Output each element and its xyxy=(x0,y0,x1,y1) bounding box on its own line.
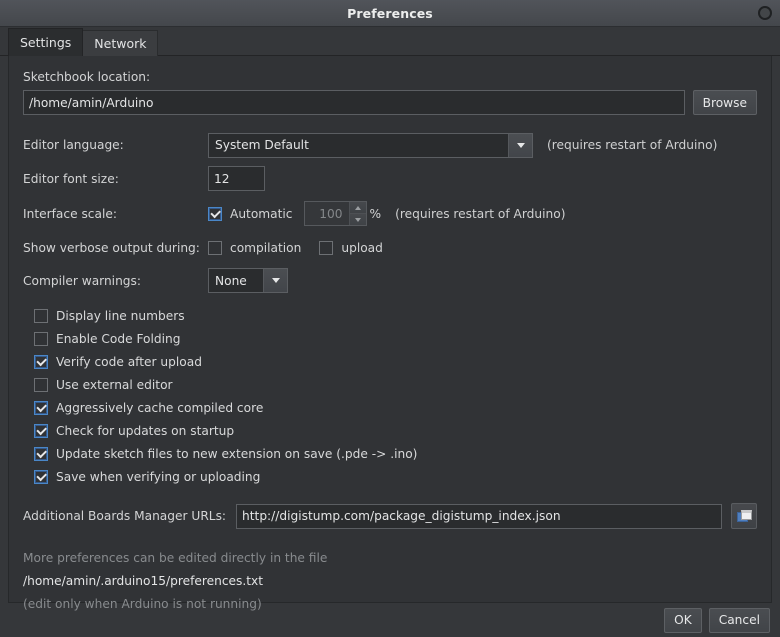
option-label: Use external editor xyxy=(56,377,173,392)
verbose-output-label: Show verbose output during: xyxy=(23,240,200,255)
option-label: Enable Code Folding xyxy=(56,331,181,346)
option-label: Aggressively cache compiled core xyxy=(56,400,264,415)
sketchbook-input-row: Browse xyxy=(23,90,757,115)
editor-font-size-label: Editor font size: xyxy=(23,171,119,186)
option-checkbox[interactable] xyxy=(34,446,48,461)
stepper-buttons xyxy=(348,202,366,225)
editor-language-select[interactable]: System Default xyxy=(208,132,533,158)
dialog-button-bar: OK Cancel xyxy=(0,603,780,637)
interface-scale-value: 100 xyxy=(319,206,343,221)
option-checkbox[interactable] xyxy=(34,377,48,392)
option-label: Check for updates on startup xyxy=(56,423,235,438)
editor-font-size-row: Editor font size: xyxy=(23,161,757,196)
option-save-when-verifying-or-uploading[interactable]: Save when verifying or uploading xyxy=(34,465,757,488)
verbose-compilation-checkbox[interactable] xyxy=(208,240,222,255)
option-label: Save when verifying or uploading xyxy=(56,469,261,484)
interface-scale-row: Interface scale: Automatic 100 % (requir… xyxy=(23,196,757,231)
preferences-file-path: /home/amin/.arduino15/preferences.txt xyxy=(23,574,264,588)
chevron-down-icon xyxy=(263,269,287,292)
editor-font-size-input[interactable] xyxy=(208,166,265,191)
settings-panel: Sketchbook location: Browse Editor langu… xyxy=(8,56,772,611)
interface-scale-automatic-label: Automatic xyxy=(230,206,293,221)
ok-button[interactable]: OK xyxy=(664,607,702,633)
option-checkbox[interactable] xyxy=(34,400,48,415)
chevron-down-icon xyxy=(508,133,532,157)
compiler-warnings-label: Compiler warnings: xyxy=(23,273,141,288)
option-label: Verify code after upload xyxy=(56,354,202,369)
tab-bar: Settings Network xyxy=(0,27,780,56)
sketchbook-label-row: Sketchbook location: xyxy=(23,70,757,84)
tab-settings-label: Settings xyxy=(20,35,72,50)
compiler-warnings-row: Compiler warnings: None xyxy=(23,264,757,297)
option-enable-code-folding[interactable]: Enable Code Folding xyxy=(34,327,757,350)
option-verify-code-after-upload[interactable]: Verify code after upload xyxy=(34,350,757,373)
option-checkbox[interactable] xyxy=(34,469,48,484)
verbose-output-row: Show verbose output during: compilation … xyxy=(23,231,757,264)
option-checkbox[interactable] xyxy=(34,331,48,346)
verbose-upload-label: upload xyxy=(341,240,383,255)
sketchbook-location-label: Sketchbook location: xyxy=(23,70,151,84)
boards-manager-label: Additional Boards Manager URLs: xyxy=(23,509,227,523)
window-glyph xyxy=(736,509,752,523)
option-display-line-numbers[interactable]: Display line numbers xyxy=(34,304,757,327)
option-checkbox[interactable] xyxy=(34,308,48,323)
compiler-warnings-select[interactable]: None xyxy=(208,268,288,293)
stepper-up-icon[interactable] xyxy=(349,202,366,213)
option-update-sketch-files-extension[interactable]: Update sketch files to new extension on … xyxy=(34,442,757,465)
editor-language-label: Editor language: xyxy=(23,138,124,152)
compiler-warnings-value: None xyxy=(215,273,247,288)
tab-network[interactable]: Network xyxy=(82,30,159,56)
option-use-external-editor[interactable]: Use external editor xyxy=(34,373,757,396)
window-titlebar: Preferences xyxy=(0,0,780,27)
boards-manager-urls-input[interactable] xyxy=(236,503,723,529)
sketchbook-location-input[interactable] xyxy=(23,90,685,115)
verbose-upload-checkbox[interactable] xyxy=(319,240,334,255)
verbose-compilation-label: compilation xyxy=(230,240,302,255)
option-aggressively-cache-compiled-core[interactable]: Aggressively cache compiled core xyxy=(34,396,757,419)
option-checkbox[interactable] xyxy=(34,423,48,438)
browse-button[interactable]: Browse xyxy=(692,90,757,115)
options-checkbox-list: Display line numbers Enable Code Folding… xyxy=(34,304,757,488)
option-label: Display line numbers xyxy=(56,308,185,323)
option-checkbox[interactable] xyxy=(34,354,48,369)
option-label: Update sketch files to new extension on … xyxy=(56,446,418,461)
cancel-button[interactable]: Cancel xyxy=(708,607,770,633)
note-line-1: More preferences can be edited directly … xyxy=(23,551,328,565)
option-check-for-updates-on-startup[interactable]: Check for updates on startup xyxy=(34,419,757,442)
interface-scale-automatic-checkbox[interactable] xyxy=(208,206,222,221)
window-expand-icon[interactable] xyxy=(731,503,757,529)
editor-language-note: (requires restart of Arduino) xyxy=(547,138,718,152)
interface-scale-label: Interface scale: xyxy=(23,206,117,221)
window-title: Preferences xyxy=(347,5,433,21)
stepper-down-icon[interactable] xyxy=(349,213,366,225)
editor-language-row: Editor language: System Default (require… xyxy=(23,129,757,161)
tab-settings[interactable]: Settings xyxy=(8,28,84,56)
percent-symbol: % xyxy=(369,206,382,221)
editor-language-value: System Default xyxy=(215,138,309,152)
interface-scale-stepper[interactable]: 100 xyxy=(303,201,367,226)
interface-scale-note: (requires restart of Arduino) xyxy=(395,206,566,221)
close-icon[interactable] xyxy=(758,6,772,20)
boards-manager-row: Additional Boards Manager URLs: xyxy=(23,503,757,529)
tab-network-label: Network xyxy=(94,36,147,51)
